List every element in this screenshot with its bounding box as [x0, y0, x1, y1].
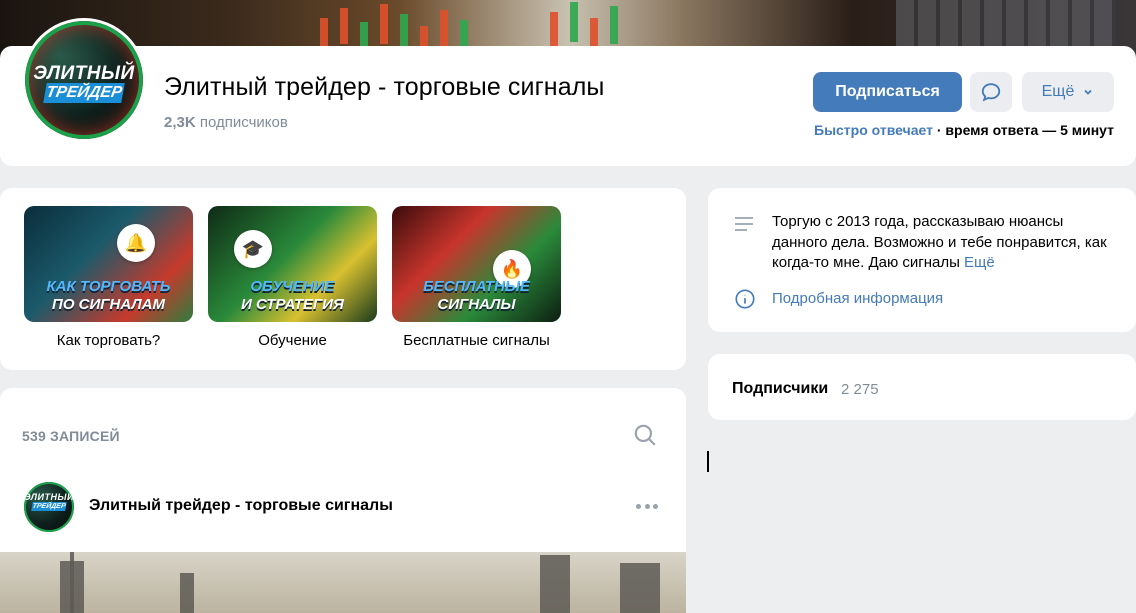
- response-time: Быстро отвечает · время ответа — 5 минут: [814, 122, 1114, 138]
- link-thumb-title: КАК ТОРГОВАТЬ ПО СИГНАЛАМ: [46, 278, 171, 313]
- reply-time: время ответа — 5 минут: [945, 122, 1114, 138]
- logo-line-1: ЭЛИТНЫЙ: [33, 63, 135, 84]
- more-button-label: Ещё: [1041, 83, 1075, 100]
- logo-line-1: ЭЛИТНЫЙ: [24, 492, 74, 502]
- more-button[interactable]: Ещё: [1022, 72, 1114, 112]
- bell-icon: 🔔: [117, 224, 155, 262]
- link-label: Обучение: [258, 332, 327, 349]
- more-dots-icon: [636, 504, 641, 509]
- link-thumbnail: 🔔 КАК ТОРГОВАТЬ ПО СИГНАЛАМ: [24, 206, 193, 322]
- search-icon: [634, 424, 656, 446]
- logo-line-2: ТРЕЙДЕР: [43, 83, 125, 103]
- link-thumb-title: БЕСПЛАТНЫЕ СИГНАЛЫ: [423, 278, 530, 313]
- page-title: Элитный трейдер - торговые сигналы: [164, 73, 605, 101]
- logo-line-2: ТРЕЙДЕР: [31, 502, 67, 511]
- description-icon: [735, 217, 753, 231]
- link-how-to-trade[interactable]: 🔔 КАК ТОРГОВАТЬ ПО СИГНАЛАМ Как торговат…: [24, 206, 193, 349]
- text-cursor: [707, 451, 709, 472]
- message-button[interactable]: [970, 72, 1012, 112]
- subscribers-count: 2,3K: [164, 114, 196, 131]
- keyboard-decoration: [896, 0, 1116, 46]
- link-thumbnail: 🎓 ОБУЧЕНИЕ И СТРАТЕГИЯ: [208, 206, 377, 322]
- group-description: Торгую с 2013 года, рассказываю нюансы д…: [772, 212, 1122, 274]
- link-label: Как торговать?: [56, 332, 161, 349]
- chevron-down-icon: [1084, 89, 1092, 95]
- description-text: Торгую с 2013 года, рассказываю нюансы д…: [772, 213, 1107, 271]
- wall-search-button[interactable]: [632, 422, 658, 453]
- fast-reply-label: Быстро отвечает: [814, 122, 933, 138]
- followers-label: Подписчики: [732, 380, 829, 397]
- info-icon: [735, 289, 755, 309]
- subscribe-button[interactable]: Подписаться: [813, 72, 962, 112]
- subscribers-label: подписчиков: [199, 114, 288, 131]
- wall-post-count[interactable]: 539 ЗАПИСЕЙ: [22, 428, 120, 444]
- link-thumb-title: ОБУЧЕНИЕ И СТРАТЕГИЯ: [241, 278, 344, 313]
- followers-count: 2 275: [841, 381, 879, 398]
- post-image[interactable]: [0, 552, 686, 613]
- post-options-button[interactable]: [636, 504, 658, 510]
- link-free-signals[interactable]: 🔥 БЕСПЛАТНЫЕ СИГНАЛЫ Бесплатные сигналы: [392, 206, 561, 349]
- reply-separator: ·: [936, 122, 942, 138]
- post-author-name[interactable]: Элитный трейдер - торговые сигналы: [89, 497, 393, 515]
- group-avatar[interactable]: ЭЛИТНЫЙ ТРЕЙДЕР: [22, 18, 146, 142]
- link-education[interactable]: 🎓 ОБУЧЕНИЕ И СТРАТЕГИЯ Обучение: [208, 206, 377, 349]
- detailed-info-link[interactable]: Подробная информация: [772, 290, 943, 307]
- info-block: Торгую с 2013 года, рассказываю нюансы д…: [708, 188, 1136, 332]
- post-author-avatar[interactable]: ЭЛИТНЫЙ ТРЕЙДЕР: [24, 482, 74, 532]
- group-avatar-logo: ЭЛИТНЫЙ ТРЕЙДЕР: [25, 21, 143, 139]
- link-thumbnail: 🔥 БЕСПЛАТНЫЕ СИГНАЛЫ: [392, 206, 561, 322]
- description-more-link[interactable]: Ещё: [964, 254, 995, 271]
- chat-bubble-icon: [981, 83, 1001, 102]
- subscribers-summary[interactable]: 2,3K подписчиков: [164, 114, 288, 131]
- links-block: 🔔 КАК ТОРГОВАТЬ ПО СИГНАЛАМ Как торговат…: [0, 188, 686, 370]
- group-header: [0, 46, 1136, 166]
- followers-block[interactable]: Подписчики 2 275: [708, 354, 1136, 420]
- graduation-cap-icon: 🎓: [234, 230, 272, 268]
- link-label: Бесплатные сигналы: [403, 332, 550, 349]
